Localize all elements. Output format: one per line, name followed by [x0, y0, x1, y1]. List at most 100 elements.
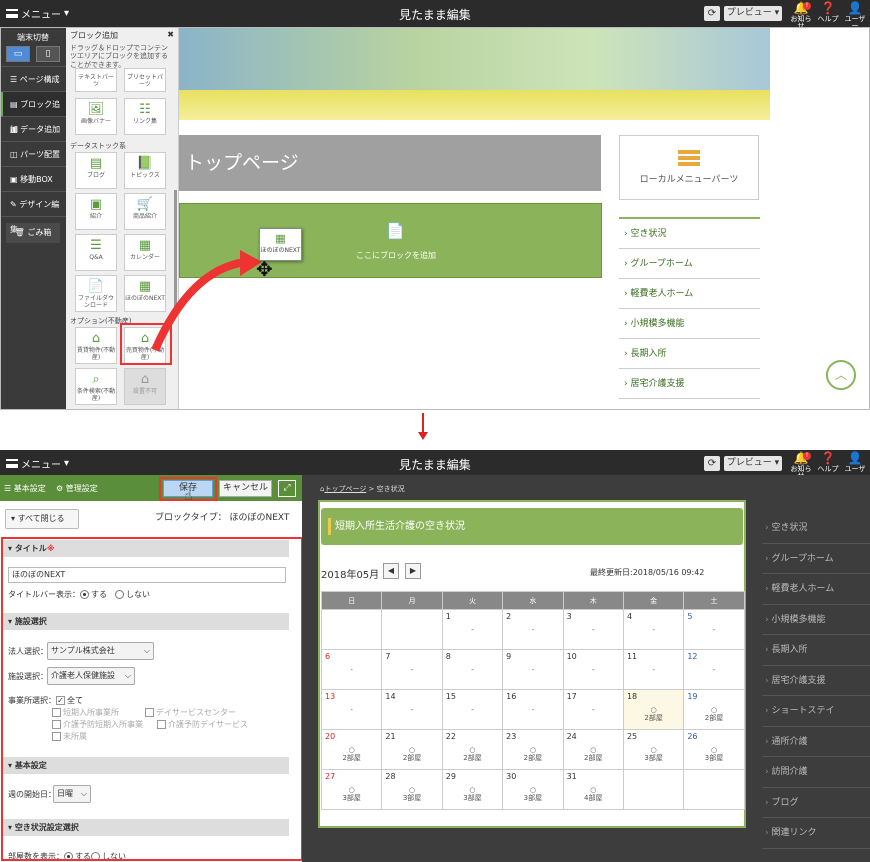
desktop-icon[interactable]: ▭	[6, 46, 30, 62]
file-icon: 📄	[87, 279, 105, 294]
slider-dots[interactable]	[625, 100, 663, 105]
nav-item[interactable]: 居宅介護支援	[762, 666, 870, 696]
nav-item[interactable]: 小規模多機能	[619, 309, 760, 339]
tile-preset[interactable]: プリセットパーツ	[124, 68, 166, 92]
calendar-day: 15 -	[441, 689, 504, 730]
nav-item[interactable]: 長期入所	[762, 635, 870, 666]
calendar-day: 2-	[502, 609, 564, 650]
prev-month-button[interactable]: ◀	[383, 563, 399, 579]
calendar-icon: ▦	[275, 232, 286, 245]
day-number: 6	[325, 652, 331, 661]
left-sidebar: 端末切替 ▭ ▯ ☰ ページ構成 ▤ ブロック追加 ▦ データ追加 ◫ パーツ配置…	[0, 27, 66, 410]
user-button[interactable]: 👤ユーザー	[843, 2, 867, 30]
day-status: ○ 2部屋	[342, 746, 361, 762]
mobile-icon[interactable]: ▯	[36, 46, 60, 62]
tile-image-banner[interactable]: 🖼 画像バナー	[75, 98, 117, 135]
day-status: ○ 2部屋	[584, 746, 603, 762]
move-cursor-icon: ✥	[256, 257, 273, 281]
help-button[interactable]: ❓ ヘルプ	[816, 2, 840, 23]
sidebar-item-add-data[interactable]: ▦ データ追加	[0, 117, 66, 142]
day-number: 18	[626, 692, 638, 701]
help-button[interactable]: ❓ ヘルプ	[816, 452, 840, 473]
day-status: -	[410, 666, 414, 674]
nav-item[interactable]: 訪問介護	[762, 757, 870, 788]
sidebar-item-add-block[interactable]: ▤ ブロック追加	[0, 92, 66, 134]
tile-search[interactable]: ⌕ 条件検索(不動産)	[75, 368, 117, 405]
tile-introduction[interactable]: ▣ 紹介	[75, 193, 117, 230]
tile-qa[interactable]: ☰ Q&A	[75, 234, 117, 271]
calendar-day: 7-	[381, 649, 443, 690]
day-status: ○ 2部屋	[644, 706, 663, 722]
arrow-down-icon	[418, 432, 428, 440]
nav-item[interactable]: 軽費老人ホーム	[762, 574, 870, 605]
notice-button[interactable]: 🔔!お知らせ	[789, 2, 813, 30]
calendar-day: 31 ○ 4部屋	[562, 769, 624, 810]
day-number: 9	[506, 652, 512, 661]
day-status: ○ 3部屋	[644, 746, 663, 762]
tab-basic[interactable]: ☰ 基本設定	[4, 483, 46, 494]
expand-icon[interactable]: ⤢	[278, 480, 296, 497]
refresh-button[interactable]: ⟳	[704, 6, 720, 21]
datastock-label: データストック系	[70, 142, 126, 150]
day-number: 1	[445, 612, 451, 621]
tile-topics[interactable]: 📗 トピックス	[124, 152, 166, 189]
day-status: -	[350, 666, 353, 674]
house-icon: ⌂	[91, 331, 101, 346]
weekday-header: 金	[622, 591, 685, 610]
close-icon[interactable]: ✖	[167, 30, 174, 39]
nav-item[interactable]: ブログ	[762, 788, 870, 818]
day-status: -	[471, 626, 474, 634]
tab-admin[interactable]: ⚙ 管理設定	[56, 483, 98, 494]
nav-item[interactable]: 通所介護	[762, 727, 870, 757]
calendar-day: 28 ○ 3部屋	[381, 769, 443, 810]
sidebar-item-page-structure[interactable]: ☰ ページ構成	[0, 67, 66, 92]
day-number: 23	[506, 732, 517, 741]
day-status: -	[591, 666, 595, 674]
refresh-button[interactable]: ⟳	[704, 456, 720, 471]
nav-item[interactable]: グループホーム	[619, 249, 760, 279]
preview-button[interactable]: プレビュー ▾	[724, 456, 782, 471]
tile-file-download[interactable]: 📄 ファイルダウンロード	[75, 275, 117, 312]
tile-unavailable: ⌂ 設置不可	[124, 368, 166, 405]
weekday-header: 水	[502, 591, 564, 610]
day-number: 21	[385, 732, 396, 741]
sidebar-item-design[interactable]: ✎ デザイン編集	[0, 192, 66, 234]
day-number: 4	[626, 612, 633, 621]
day-number: 7	[385, 652, 391, 661]
nav-item[interactable]: グループホーム	[762, 544, 870, 574]
nav-item[interactable]: 居宅介護支援	[619, 369, 760, 399]
day-number: 12	[687, 652, 698, 661]
calendar-month: 2018年05月	[321, 570, 380, 581]
day-status: -	[591, 626, 595, 634]
calendar-day: 1-	[441, 609, 504, 650]
day-status: ○ 2部屋	[463, 746, 482, 762]
sidebar-item-parts[interactable]: ◫ パーツ配置	[0, 142, 66, 167]
day-status: ○ 3部屋	[463, 786, 482, 802]
card-title: 短期入所生活介護の空き状況	[321, 508, 743, 545]
calendar-day: 27 ○ 3部屋	[320, 769, 383, 810]
nav-item[interactable]: 空き状況	[762, 513, 870, 544]
nav-item[interactable]: 長期入所	[619, 339, 760, 369]
local-menu-parts[interactable]: ローカルメニューパーツ	[619, 135, 759, 200]
scroll-top-button[interactable]: ︿	[826, 360, 856, 390]
tile-products[interactable]: 🛒 商品紹介	[124, 193, 166, 230]
nav-item[interactable]: 軽費老人ホーム	[619, 279, 760, 309]
calendar-day: 19 ○ 2部屋	[683, 689, 745, 730]
day-number: 13	[325, 692, 336, 701]
calendar-day: 29 ○ 3部屋	[441, 769, 504, 810]
next-month-button[interactable]: ▶	[405, 563, 421, 579]
nav-item[interactable]: 小規模多機能	[762, 605, 870, 635]
day-number: 25	[626, 732, 638, 741]
nav-item[interactable]: ショートステイ	[762, 696, 870, 727]
preview-button[interactable]: プレビュー ▾	[724, 6, 782, 21]
sidebar-item-move-box[interactable]: ▣ 移動BOX	[0, 167, 66, 192]
nav-item[interactable]: 空き状況	[619, 219, 760, 249]
tile-rental[interactable]: ⌂ 賃貸物件(不動産)	[75, 327, 117, 364]
cancel-button[interactable]: キャンセル	[219, 480, 272, 497]
close-all-button[interactable]: ▾ すべて閉じる	[5, 509, 79, 529]
tile-text[interactable]: テキストパーツ	[75, 68, 117, 92]
nav-item[interactable]: 関連リンク	[762, 818, 870, 849]
trash-button[interactable]: 🗑 ごみ箱	[6, 223, 60, 243]
tile-links[interactable]: ☷ リンク集	[124, 98, 166, 135]
tile-blog[interactable]: ▤ ブログ	[75, 152, 117, 189]
